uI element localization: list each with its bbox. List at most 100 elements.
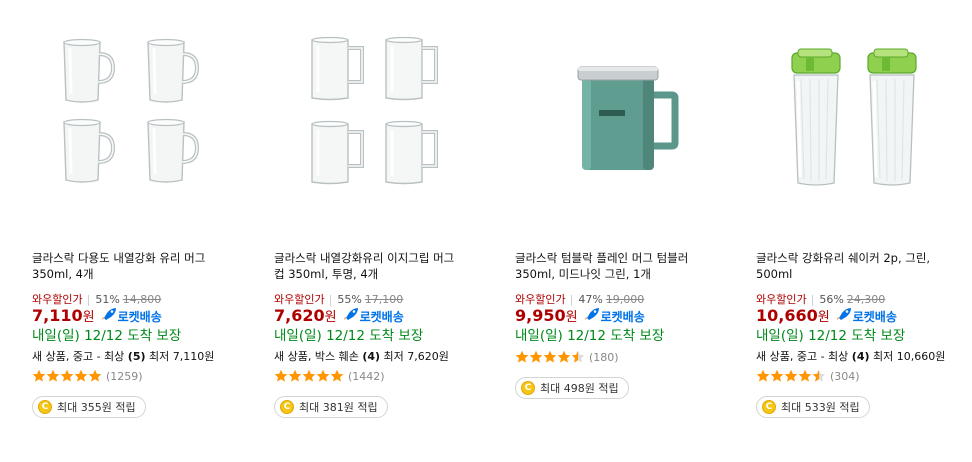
coin-icon: C <box>521 381 535 395</box>
cashback-badge: C 최대 381원 적립 <box>274 396 388 418</box>
wow-discount-label: 와우할인가 <box>756 293 807 306</box>
cashback-badge: C 최대 498원 적립 <box>515 377 629 399</box>
sale-price: 10,660 <box>756 306 818 325</box>
price-row: 10,660 원 로켓배송 <box>756 306 897 325</box>
star-icon <box>784 369 798 382</box>
rocket-icon <box>584 308 599 320</box>
cashback-text: 최대 355원 적립 <box>57 401 136 414</box>
star-icon <box>88 369 102 382</box>
review-count: (1442) <box>348 369 385 383</box>
star-icon <box>812 369 826 382</box>
star-icon <box>302 369 316 382</box>
discount-rate: 51% <box>95 292 120 306</box>
product-card[interactable]: 글라스락 텀블락 플레인 머그 텀블러 350ml, 미드나잇 그린, 1개 와… <box>515 0 745 462</box>
rocket-icon <box>101 308 116 320</box>
sale-price: 7,620 <box>274 306 325 325</box>
rocket-icon <box>836 308 851 320</box>
cashback-badge: C 최대 355원 적립 <box>32 396 146 418</box>
currency-unit: 원 <box>817 310 830 325</box>
star-rating <box>32 369 102 383</box>
product-title[interactable]: 글라스락 다용도 내열강화 유리 머그 350ml, 4개 <box>32 250 242 282</box>
cashback-badge: C 최대 533원 적립 <box>756 396 870 418</box>
star-icon <box>798 369 812 382</box>
star-icon <box>557 350 571 363</box>
rocket-delivery-label: 로켓배송 <box>117 310 162 324</box>
review-count: (1259) <box>106 369 143 383</box>
star-icon <box>543 350 557 363</box>
cashback-text: 최대 381원 적립 <box>299 401 378 414</box>
used-condition-info[interactable]: 새 상품, 중고 - 최상 (5) 최저 7,110원 <box>32 348 214 364</box>
star-icon <box>32 369 46 382</box>
star-icon <box>274 369 288 382</box>
divider: | <box>86 292 91 306</box>
review-count: (304) <box>830 369 860 383</box>
original-price: 17,100 <box>364 292 404 306</box>
star-rating <box>274 369 344 383</box>
rocket-delivery-label: 로켓배송 <box>600 310 645 324</box>
original-price: 19,000 <box>605 292 645 306</box>
price-row: 7,110 원 로켓배송 <box>32 306 162 325</box>
used-condition-info[interactable]: 새 상품, 중고 - 최상 (4) 최저 10,660원 <box>756 348 945 364</box>
star-rating <box>515 350 585 364</box>
coin-icon: C <box>762 400 776 414</box>
star-icon <box>330 369 344 382</box>
original-price: 24,300 <box>846 292 886 306</box>
wow-discount-label: 와우할인가 <box>274 293 325 306</box>
star-icon <box>770 369 784 382</box>
divider: | <box>569 292 574 306</box>
original-price: 14,800 <box>122 292 162 306</box>
rating-row: (180) <box>515 350 619 364</box>
divider: | <box>810 292 815 306</box>
discount-rate: 47% <box>578 292 603 306</box>
price-row: 9,950 원 로켓배송 <box>515 306 645 325</box>
price-row: 7,620 원 로켓배송 <box>274 306 404 325</box>
product-thumbnail-easygrip-mugs-4[interactable] <box>270 12 470 212</box>
discount-rate: 55% <box>337 292 362 306</box>
delivery-guarantee: 내일(일) 12/12 도착 보장 <box>32 328 182 344</box>
sale-price: 9,950 <box>515 306 566 325</box>
product-title[interactable]: 글라스락 내열강화유리 이지그립 머그 컵 350ml, 투명, 4개 <box>274 250 484 282</box>
divider: | <box>328 292 333 306</box>
discount-row: 와우할인가 | 47% 19,000 <box>515 291 644 307</box>
product-thumbnail-glass-shakers-2[interactable] <box>752 12 952 212</box>
product-card[interactable]: 글라스락 다용도 내열강화 유리 머그 350ml, 4개 와우할인가 | 51… <box>32 0 262 462</box>
product-card[interactable]: 글라스락 내열강화유리 이지그립 머그 컵 350ml, 투명, 4개 와우할인… <box>274 0 504 462</box>
discount-row: 와우할인가 | 55% 17,100 <box>274 291 403 307</box>
rating-row: (1442) <box>274 369 385 383</box>
star-icon <box>60 369 74 382</box>
star-icon <box>74 369 88 382</box>
star-icon <box>316 369 330 382</box>
rating-row: (304) <box>756 369 860 383</box>
coin-icon: C <box>280 400 294 414</box>
star-icon <box>288 369 302 382</box>
delivery-guarantee: 내일(일) 12/12 도착 보장 <box>515 328 665 344</box>
product-title[interactable]: 글라스락 텀블락 플레인 머그 텀블러 350ml, 미드나잇 그린, 1개 <box>515 250 725 282</box>
star-rating <box>756 369 826 383</box>
star-icon <box>756 369 770 382</box>
discount-row: 와우할인가 | 51% 14,800 <box>32 291 161 307</box>
star-icon <box>46 369 60 382</box>
product-card[interactable]: 글라스락 강화유리 쉐이커 2p, 그린, 500ml 와우할인가 | 56% … <box>756 0 972 462</box>
used-condition-info[interactable]: 새 상품, 박스 훼손 (4) 최저 7,620원 <box>274 348 449 364</box>
delivery-guarantee: 내일(일) 12/12 도착 보장 <box>756 328 906 344</box>
product-title[interactable]: 글라스락 강화유리 쉐이커 2p, 그린, 500ml <box>756 250 966 282</box>
rocket-delivery-label: 로켓배송 <box>359 310 404 324</box>
star-icon <box>515 350 529 363</box>
currency-unit: 원 <box>324 310 337 325</box>
review-count: (180) <box>589 350 619 364</box>
star-icon <box>529 350 543 363</box>
discount-row: 와우할인가 | 56% 24,300 <box>756 291 885 307</box>
product-thumbnail-tumbler-mug[interactable] <box>511 12 711 212</box>
currency-unit: 원 <box>565 310 578 325</box>
coin-icon: C <box>38 400 52 414</box>
sale-price: 7,110 <box>32 306 83 325</box>
rating-row: (1259) <box>32 369 143 383</box>
discount-rate: 56% <box>819 292 844 306</box>
rocket-icon <box>343 308 358 320</box>
star-icon <box>571 350 585 363</box>
wow-discount-label: 와우할인가 <box>32 293 83 306</box>
currency-unit: 원 <box>82 310 95 325</box>
product-thumbnail-glass-mugs-4[interactable] <box>28 12 228 212</box>
delivery-guarantee: 내일(일) 12/12 도착 보장 <box>274 328 424 344</box>
cashback-text: 최대 533원 적립 <box>781 401 860 414</box>
